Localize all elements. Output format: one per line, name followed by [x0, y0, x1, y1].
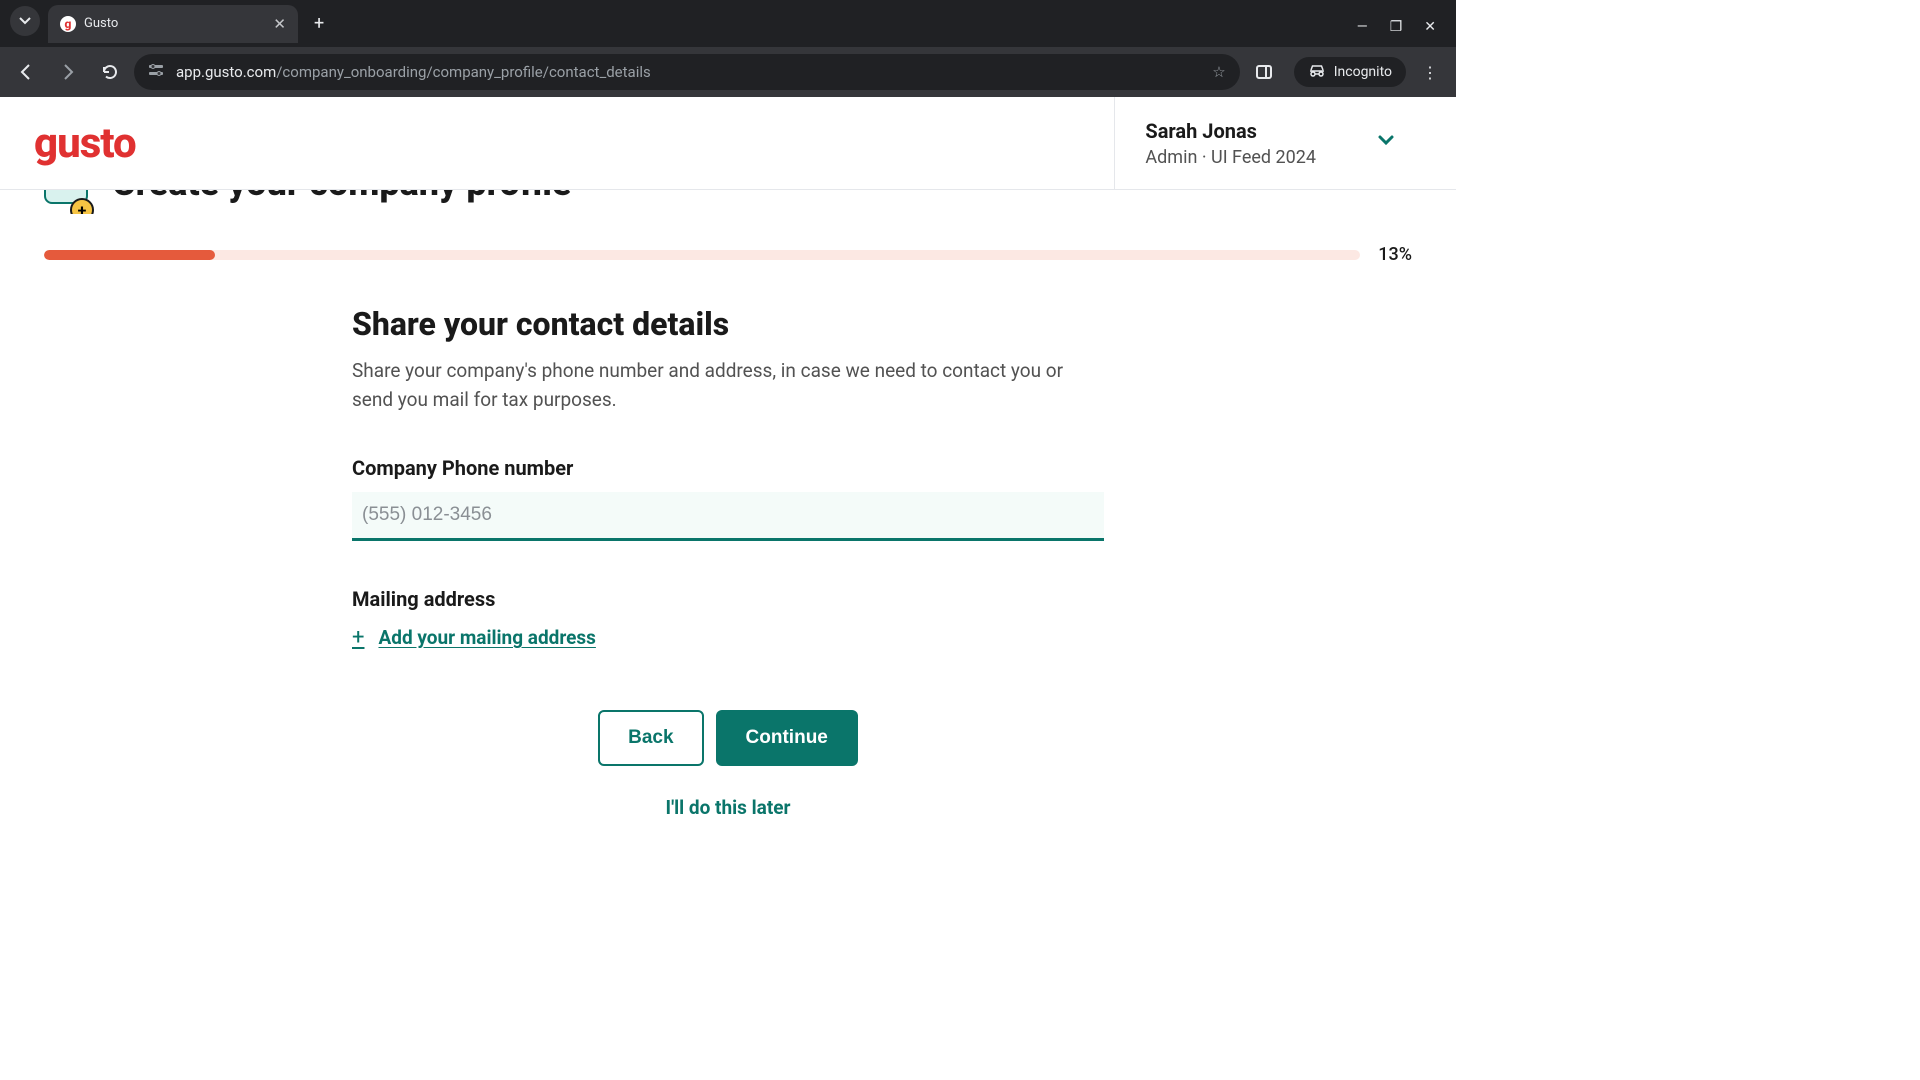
maximize-button[interactable]: ❐ [1390, 19, 1403, 35]
tab-search-button[interactable] [10, 6, 40, 36]
progress-bar-row: 13% [44, 244, 1412, 265]
app-header: gusto Sarah Jonas Admin · UI Feed 2024 [0, 97, 1456, 190]
bookmark-star-icon[interactable]: ☆ [1212, 63, 1225, 81]
plus-badge-icon: + [70, 198, 94, 214]
section-title: Create your company profile [112, 190, 571, 201]
url-text: app.gusto.com/company_onboarding/company… [176, 63, 651, 81]
add-mailing-address-link[interactable]: + Add your mailing address [352, 625, 1104, 650]
phone-label: Company Phone number [352, 456, 1104, 480]
arrow-left-icon [17, 63, 35, 81]
account-user-role: Admin · UI Feed 2024 [1145, 147, 1316, 168]
continue-button[interactable]: Continue [716, 710, 858, 766]
form-area: Share your contact details Share your co… [352, 305, 1104, 816]
progress-fill [44, 250, 215, 260]
address-bar[interactable]: app.gusto.com/company_onboarding/company… [134, 54, 1240, 90]
incognito-label: Incognito [1334, 64, 1392, 80]
window-controls: — ❐ ✕ [1357, 19, 1456, 47]
page-scroll-area[interactable]: + Create your company profile 13% Share … [0, 190, 1456, 816]
page-description: Share your company's phone number and ad… [352, 357, 1104, 414]
browser-menu-button[interactable]: ⋮ [1412, 54, 1448, 90]
browser-tab-active[interactable]: g Gusto ✕ [48, 5, 298, 43]
company-profile-icon: + [44, 190, 94, 214]
mailing-address-label: Mailing address [352, 587, 1104, 611]
site-settings-icon[interactable] [148, 62, 164, 82]
tab-title: Gusto [84, 16, 118, 31]
chevron-down-icon [1376, 130, 1396, 156]
reload-icon [101, 63, 119, 81]
favicon-icon: g [60, 16, 76, 32]
button-row: Back Continue [352, 710, 1104, 766]
page-title: Share your contact details [352, 305, 1104, 343]
chevron-down-icon [19, 15, 31, 27]
new-tab-button[interactable]: + [298, 13, 340, 34]
skip-link[interactable]: I'll do this later [352, 796, 1104, 816]
gusto-logo[interactable]: gusto [34, 119, 136, 168]
reload-button[interactable] [92, 54, 128, 90]
account-user-name: Sarah Jonas [1145, 119, 1316, 143]
plus-icon: + [352, 625, 364, 650]
browser-toolbar: app.gusto.com/company_onboarding/company… [0, 47, 1456, 97]
arrow-right-icon [59, 63, 77, 81]
progress-track [44, 250, 1360, 260]
side-panel-button[interactable] [1246, 54, 1282, 90]
minimize-button[interactable]: — [1357, 19, 1368, 35]
panel-icon [1255, 63, 1273, 81]
progress-percentage: 13% [1378, 244, 1412, 265]
incognito-icon [1308, 63, 1326, 81]
close-tab-button[interactable]: ✕ [273, 15, 286, 33]
forward-nav-button[interactable] [50, 54, 86, 90]
browser-tab-strip: g Gusto ✕ + — ❐ ✕ [0, 0, 1456, 47]
incognito-badge[interactable]: Incognito [1294, 57, 1406, 87]
section-header: + Create your company profile [44, 190, 1412, 214]
add-address-text: Add your mailing address [378, 626, 595, 649]
close-window-button[interactable]: ✕ [1424, 19, 1436, 35]
back-button[interactable]: Back [598, 710, 703, 766]
back-nav-button[interactable] [8, 54, 44, 90]
account-menu[interactable]: Sarah Jonas Admin · UI Feed 2024 [1114, 97, 1422, 189]
company-phone-input[interactable] [352, 492, 1104, 541]
